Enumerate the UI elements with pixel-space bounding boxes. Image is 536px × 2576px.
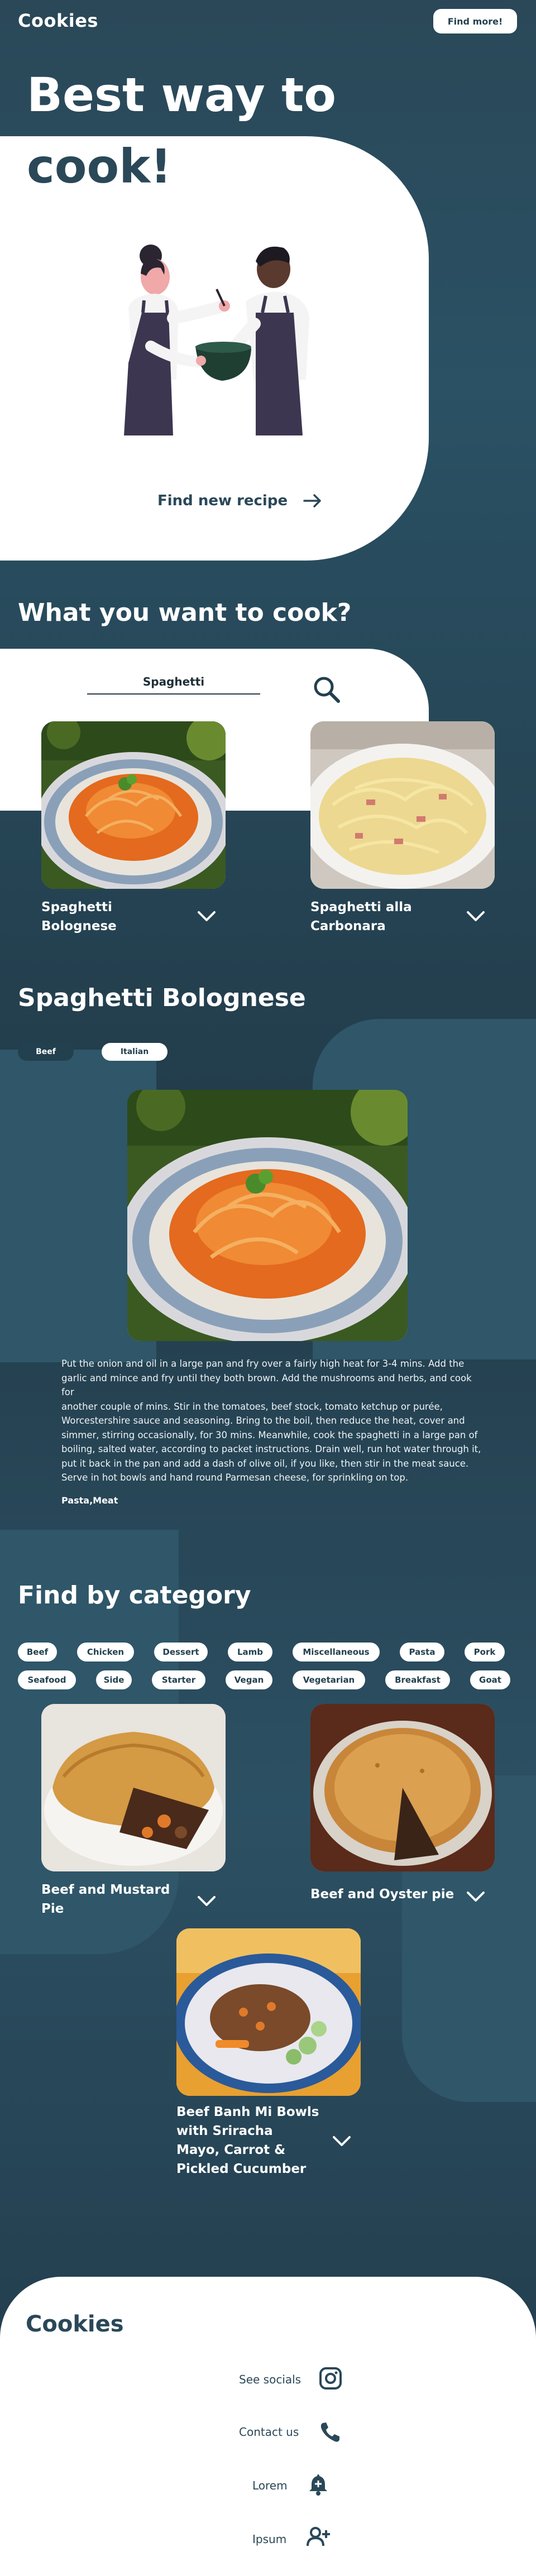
- cooking-illustration: [124, 245, 309, 435]
- category-pill-pork[interactable]: Pork: [465, 1643, 505, 1662]
- arrow-right-icon: [303, 494, 321, 507]
- category-pill-side[interactable]: Side: [96, 1670, 132, 1689]
- find-more-button[interactable]: Find more!: [433, 9, 517, 33]
- instagram-icon[interactable]: [318, 2366, 343, 2391]
- hero-title-line1: Best way to: [27, 68, 336, 122]
- tag-italian[interactable]: Italian: [102, 1043, 168, 1061]
- recipe-image-beef-banh-mi-bowls[interactable]: [176, 1928, 361, 2096]
- recipe-image-beef-oyster-pie[interactable]: [310, 1704, 495, 1871]
- recipe-name-beef-oyster-pie: Beef and Oyster pie: [310, 1887, 454, 1902]
- find-new-recipe-link[interactable]: Find new recipe: [157, 492, 322, 509]
- recipe-detail-title: Spaghetti Bolognese: [18, 984, 306, 1012]
- category-pill-vegetarian[interactable]: Vegetarian: [293, 1670, 365, 1689]
- recipe-meta-tags: Pasta,Meat: [61, 1495, 118, 1506]
- footer-link-contact-us[interactable]: Contact us: [239, 2425, 299, 2439]
- category-pill-vegan[interactable]: Vegan: [226, 1670, 272, 1689]
- category-pill-starter[interactable]: Starter: [152, 1670, 205, 1689]
- category-pill-chicken[interactable]: Chicken: [77, 1643, 134, 1662]
- recipe-image-spaghetti-carbonara[interactable]: [310, 721, 495, 889]
- chevron-down-icon[interactable]: [463, 907, 488, 927]
- search-section-title: What you want to cook?: [18, 598, 352, 627]
- recipe-image-beef-mustard-pie[interactable]: [41, 1704, 226, 1871]
- recipe-image-spaghetti-bolognese[interactable]: [41, 721, 226, 889]
- find-new-recipe-label: Find new recipe: [157, 492, 288, 509]
- footer-link-lorem[interactable]: Lorem: [252, 2479, 288, 2492]
- recipe-name-beef-banh-mi-bowls: Beef Banh Mi Bowls with Sriracha Mayo, C…: [176, 2105, 319, 2176]
- phone-icon[interactable]: [318, 2420, 343, 2444]
- recipe-name-spaghetti-carbonara: Spaghetti alla Carbonara: [310, 900, 412, 933]
- footer-link-ipsum[interactable]: Ipsum: [252, 2532, 286, 2546]
- footer-logo[interactable]: Cookies: [26, 2311, 124, 2337]
- search-input[interactable]: [87, 670, 260, 695]
- chevron-down-icon[interactable]: [463, 1887, 488, 1907]
- category-pill-breakfast[interactable]: Breakfast: [385, 1670, 450, 1689]
- category-section-title: Find by category: [18, 1581, 251, 1610]
- category-pill-beef[interactable]: Beef: [18, 1643, 57, 1662]
- category-pill-pasta[interactable]: Pasta: [400, 1643, 444, 1662]
- bell-icon[interactable]: [306, 2472, 331, 2497]
- recipe-name-beef-mustard-pie: Beef and Mustard Pie: [41, 1883, 170, 1916]
- chevron-down-icon[interactable]: [329, 2132, 354, 2152]
- category-pill-miscellaneous[interactable]: Miscellaneous: [293, 1643, 380, 1662]
- recipe-name-spaghetti-bolognese: Spaghetti Bolognese: [41, 900, 117, 933]
- footer-link-see-socials[interactable]: See socials: [239, 2373, 301, 2386]
- category-pill-seafood[interactable]: Seafood: [18, 1670, 76, 1689]
- recipe-instructions: Put the onion and oil in a large pan and…: [61, 1358, 481, 1483]
- category-pill-goat[interactable]: Goat: [470, 1670, 510, 1689]
- recipe-detail-image: [127, 1090, 408, 1341]
- chevron-down-icon[interactable]: [194, 907, 219, 927]
- tag-beef[interactable]: Beef: [18, 1043, 74, 1061]
- add-user-icon[interactable]: [306, 2525, 331, 2549]
- hero-title-line2: cook!: [27, 139, 172, 194]
- category-pill-lamb[interactable]: Lamb: [228, 1643, 272, 1662]
- logo[interactable]: Cookies: [18, 10, 98, 31]
- category-pill-dessert[interactable]: Dessert: [154, 1643, 208, 1662]
- search-icon[interactable]: [310, 673, 344, 707]
- chevron-down-icon[interactable]: [194, 1892, 219, 1912]
